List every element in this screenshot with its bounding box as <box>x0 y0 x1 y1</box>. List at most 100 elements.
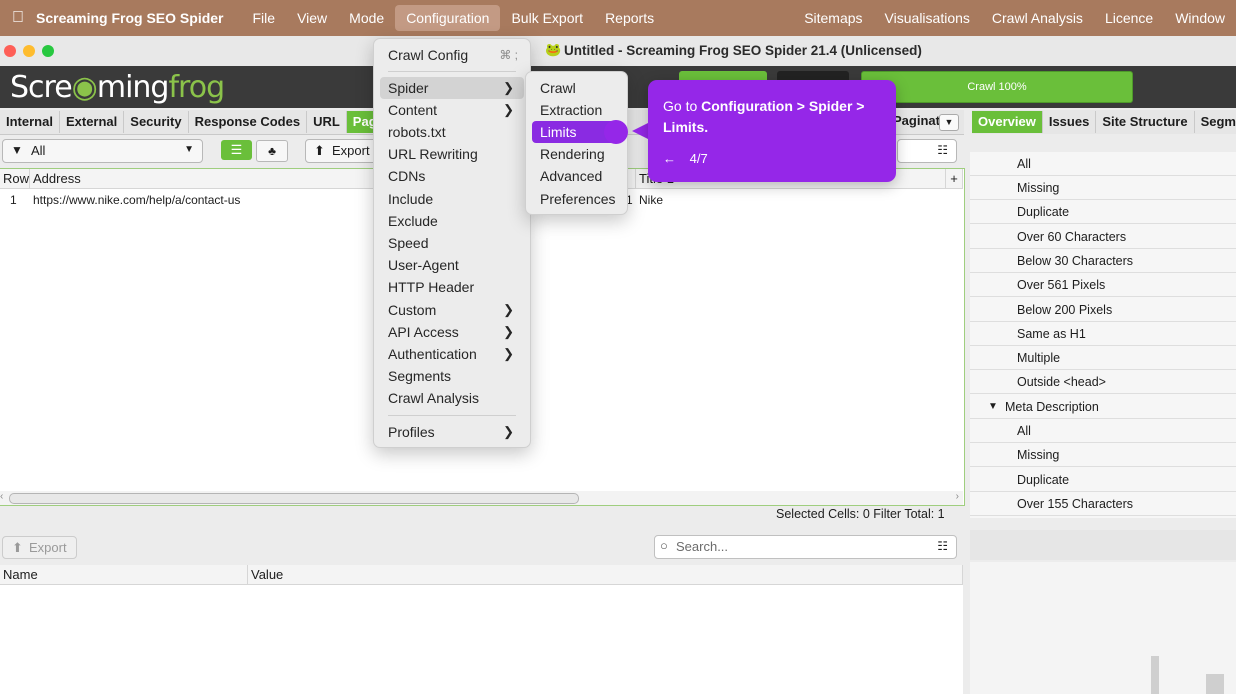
overview-item[interactable]: Over 155 Characters <box>970 492 1236 516</box>
walkthrough-tooltip: Go to Configuration > Spider > Limits. ←… <box>648 80 896 182</box>
upload-icon: ⬆ <box>314 143 325 158</box>
overview-item[interactable]: Same as H1 <box>970 322 1236 346</box>
menu-visualisations[interactable]: Visualisations <box>874 5 981 31</box>
overview-item[interactable]: Multiple <box>970 346 1236 370</box>
details-panel: ⬆ Export ○ Search... ☷ Name Value <box>0 522 964 694</box>
zoom-window-button[interactable] <box>42 45 54 57</box>
screaming-frog-logo: Scre◉mingfrog <box>10 70 225 105</box>
menu-segments[interactable]: Segments <box>380 365 524 387</box>
overview-item[interactable]: Below 30 Characters <box>970 249 1236 273</box>
menu-separator <box>388 71 516 72</box>
menu-profiles[interactable]: Profiles ❯ <box>380 421 524 443</box>
overview-panel: All Missing Duplicate Over 60 Characters… <box>970 152 1236 518</box>
app-name[interactable]: Screaming Frog SEO Spider <box>36 10 224 26</box>
overview-item[interactable]: Duplicate <box>970 200 1236 224</box>
minimize-window-button[interactable] <box>23 45 35 57</box>
submenu-extraction[interactable]: Extraction <box>532 99 621 121</box>
menu-crawl-analysis-config[interactable]: Crawl Analysis <box>380 387 524 409</box>
submenu-rendering[interactable]: Rendering <box>532 143 621 165</box>
overview-item[interactable]: Over 561 Pixels <box>970 273 1236 297</box>
overview-item[interactable]: All <box>970 152 1236 176</box>
tabs-overflow-dropdown[interactable]: ▼ <box>939 114 959 131</box>
menu-robots-txt[interactable]: robots.txt <box>380 121 524 143</box>
filter-settings-icon[interactable]: ☷ <box>937 539 948 553</box>
overview-item[interactable]: All <box>970 419 1236 443</box>
back-arrow-icon[interactable]: ← <box>663 151 676 166</box>
scrollbar-thumb[interactable] <box>9 493 579 504</box>
submenu-preferences[interactable]: Preferences <box>532 188 621 210</box>
filter-settings-icon[interactable]: ☷ <box>937 143 948 157</box>
tab-pagination[interactable]: Paginat <box>893 113 940 128</box>
filter-value: All <box>31 143 46 158</box>
menu-user-agent[interactable]: User-Agent <box>380 254 524 276</box>
right-tabs: Overview Issues Site Structure Segme <box>972 110 1236 134</box>
menu-content[interactable]: Content ❯ <box>380 99 524 121</box>
menu-view[interactable]: View <box>286 5 338 31</box>
scroll-left-icon[interactable]: ‹ <box>0 491 3 502</box>
tab-security[interactable]: Security <box>124 111 189 133</box>
tab-response-codes[interactable]: Response Codes <box>189 111 308 133</box>
tab-internal[interactable]: Internal <box>0 111 60 133</box>
overview-group-meta-description[interactable]: ▼ Meta Description <box>970 395 1236 419</box>
menu-crawl-analysis[interactable]: Crawl Analysis <box>981 5 1094 31</box>
add-column-icon[interactable]: + <box>946 169 963 189</box>
top-search-input[interactable]: ☷ <box>897 139 957 163</box>
menu-include[interactable]: Include <box>380 188 524 210</box>
submenu-crawl[interactable]: Crawl <box>532 77 621 99</box>
overview-item[interactable]: Below 200 Pixels <box>970 298 1236 322</box>
horizontal-scrollbar[interactable]: ‹ › <box>0 491 963 505</box>
menu-spider[interactable]: Spider ❯ <box>380 77 524 99</box>
col-row-header[interactable]: Row <box>0 169 30 189</box>
menu-cdns[interactable]: CDNs <box>380 165 524 187</box>
menu-configuration[interactable]: Configuration <box>395 5 501 31</box>
menu-window[interactable]: Window <box>1164 5 1236 31</box>
menu-licence[interactable]: Licence <box>1094 5 1164 31</box>
tree-view-button[interactable]: ♣ <box>256 140 288 162</box>
menu-url-rewriting[interactable]: URL Rewriting <box>380 143 524 165</box>
col-name-header[interactable]: Name <box>0 565 248 585</box>
step-counter: 4/7 <box>689 151 708 166</box>
funnel-icon: ▼ <box>11 143 23 157</box>
tab-issues[interactable]: Issues <box>1043 111 1097 133</box>
menu-mode[interactable]: Mode <box>338 5 395 31</box>
overview-item[interactable]: Over 60 Characters <box>970 225 1236 249</box>
bottom-search-input[interactable]: ○ Search... ☷ <box>654 535 957 559</box>
submenu-advanced[interactable]: Advanced <box>532 165 621 187</box>
menu-authentication[interactable]: Authentication ❯ <box>380 343 524 365</box>
filter-total: Filter Total: 1 <box>873 507 945 521</box>
tooltip-nav: ← 4/7 <box>663 151 708 166</box>
overview-item[interactable]: Duplicate <box>970 468 1236 492</box>
menu-crawl-config[interactable]: Crawl Config ⌘ ; <box>380 44 524 66</box>
triangle-down-icon[interactable]: ▼ <box>988 395 998 419</box>
menu-speed[interactable]: Speed <box>380 232 524 254</box>
menu-custom[interactable]: Custom ❯ <box>380 299 524 321</box>
menu-reports[interactable]: Reports <box>594 5 665 31</box>
tooltip-arrow <box>632 123 648 139</box>
overview-item[interactable]: Outside <head> <box>970 370 1236 394</box>
scroll-right-icon[interactable]: › <box>956 491 959 502</box>
tab-site-structure[interactable]: Site Structure <box>1096 111 1195 133</box>
tab-overview[interactable]: Overview <box>972 111 1043 133</box>
menu-sitemaps[interactable]: Sitemaps <box>793 5 873 31</box>
menu-file[interactable]: File <box>242 5 287 31</box>
filter-dropdown[interactable]: ▼ All ▼ <box>2 139 203 163</box>
tab-url[interactable]: URL <box>307 111 347 133</box>
chevron-down-icon: ▼ <box>184 144 194 155</box>
overview-item[interactable]: Missing <box>970 443 1236 467</box>
tab-external[interactable]: External <box>60 111 125 133</box>
bottom-export-button[interactable]: ⬆ Export <box>2 536 77 559</box>
menu-bulk-export[interactable]: Bulk Export <box>500 5 594 31</box>
menu-api-access[interactable]: API Access ❯ <box>380 321 524 343</box>
menu-exclude[interactable]: Exclude <box>380 210 524 232</box>
col-value-header[interactable]: Value <box>248 565 963 585</box>
overview-item[interactable]: Missing <box>970 176 1236 200</box>
apple-icon[interactable]:  <box>0 9 36 27</box>
menu-http-header[interactable]: HTTP Header <box>380 276 524 298</box>
export-button[interactable]: ⬆ Export <box>305 139 377 163</box>
window-title: Untitled - Screaming Frog SEO Spider 21.… <box>564 43 922 58</box>
tab-segments[interactable]: Segme <box>1195 111 1236 133</box>
chevron-right-icon: ❯ <box>503 424 514 439</box>
close-window-button[interactable] <box>4 45 16 57</box>
list-view-button[interactable]: ☰ <box>221 140 252 160</box>
window-titlebar: 🐸 Untitled - Screaming Frog SEO Spider 2… <box>0 36 1236 67</box>
